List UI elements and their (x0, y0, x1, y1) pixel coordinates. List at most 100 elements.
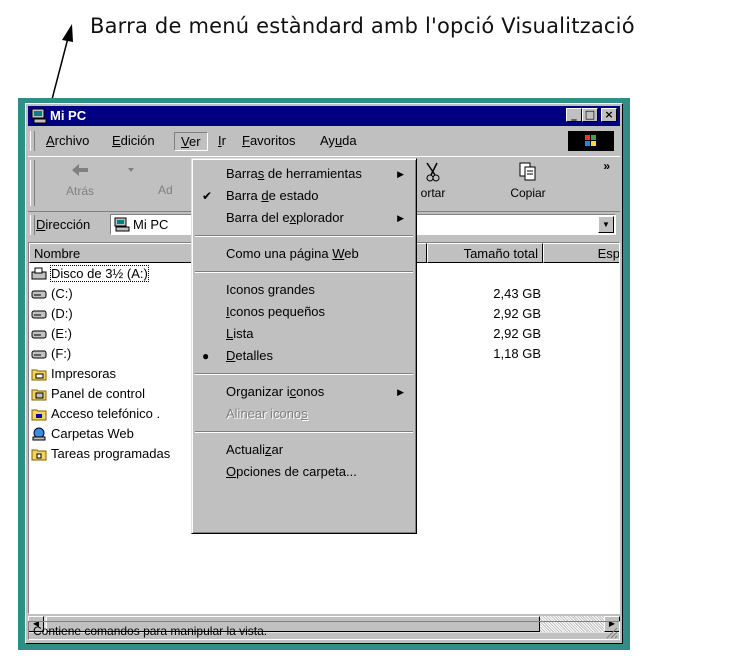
title-bar[interactable]: Mi PC _ □ × (28, 106, 620, 126)
radio-dot-icon: ● (202, 349, 210, 363)
addressbar-grip[interactable] (30, 215, 35, 235)
menu-ayuda[interactable]: Ayuda (314, 132, 363, 149)
window-title: Mi PC (50, 108, 87, 123)
menu-item-label: Alinear iconos (226, 406, 308, 421)
menu-item-details[interactable]: ● Detalles (192, 345, 416, 367)
minimize-button[interactable]: _ (566, 108, 582, 122)
ver-menu: Barras de herramientas ▶ ✔ Barra de esta… (191, 158, 417, 534)
menu-archivo-rest: rchivo (54, 133, 90, 148)
menu-item-small-icons[interactable]: Iconos pequeños (192, 301, 416, 323)
toolbar-more-chevron-icon[interactable]: » (603, 159, 610, 173)
menu-separator (195, 271, 413, 273)
list-item-size: 2,43 GB (493, 286, 541, 301)
menu-item-label: Barra del explorador (226, 210, 344, 225)
hard-drive-icon (31, 330, 47, 339)
web-folders-icon (32, 427, 46, 441)
hard-drive-icon (31, 350, 47, 359)
list-item-name: Disco de 3½ (A:) (50, 265, 149, 282)
menu-separator (195, 431, 413, 433)
menu-ver[interactable]: Ver (174, 132, 208, 151)
resize-grip-icon[interactable] (606, 627, 618, 639)
menu-item-label: Barras de herramientas (226, 166, 362, 181)
list-item-name: (F:) (51, 346, 72, 361)
floppy-drive-icon (31, 267, 47, 280)
maximize-button[interactable]: □ (582, 108, 598, 122)
control-panel-icon (31, 389, 47, 401)
address-value: Mi PC (133, 217, 169, 232)
status-bar: Contiene comandos para manipular la vist… (28, 621, 620, 641)
address-label: Dirección (36, 217, 91, 232)
list-item-name: (C:) (51, 286, 73, 301)
menu-item-list[interactable]: Lista (192, 323, 416, 345)
my-computer-icon (31, 108, 47, 124)
copy-label: Copiar (510, 186, 546, 200)
menu-item-folder-options[interactable]: Opciones de carpeta... (192, 461, 416, 483)
list-item-name: Tareas programadas (51, 446, 171, 461)
scissors-icon (426, 162, 440, 182)
back-label: Atrás (65, 184, 94, 198)
list-item-name: (E:) (51, 326, 72, 341)
list-item-size: 2,92 GB (493, 306, 541, 321)
printers-folder-icon (31, 369, 47, 381)
list-item-size: 2,92 GB (493, 326, 541, 341)
chevron-down-icon (128, 168, 134, 172)
back-dropdown[interactable] (124, 161, 138, 182)
menubar-grip[interactable] (30, 131, 35, 151)
menu-archivo[interactable]: Archivo (40, 132, 95, 149)
back-arrow-icon (72, 164, 88, 176)
menu-item-label: Como una página Web (226, 246, 359, 261)
menu-item-label: Opciones de carpeta... (226, 464, 357, 479)
menu-item-label: Detalles (226, 348, 273, 363)
copy-button[interactable]: Copiar (498, 161, 558, 200)
submenu-arrow-icon: ▶ (397, 387, 404, 397)
dialup-folder-icon (31, 409, 47, 421)
list-item-name: Acceso telefónico . (51, 406, 161, 421)
forward-button[interactable]: Ad (140, 161, 180, 197)
list-item-name: Impresoras (51, 366, 117, 381)
hard-drive-icon (31, 290, 47, 299)
cut-button[interactable]: ortar (413, 161, 453, 200)
my-computer-icon (114, 217, 130, 232)
menu-item-label: Organizar iconos (226, 384, 325, 399)
list-item-name: Panel de control (51, 386, 145, 401)
status-text: Contiene comandos para manipular la vist… (28, 621, 620, 640)
toolbar-grip[interactable] (30, 160, 35, 206)
menu-favoritos[interactable]: Favoritos (236, 132, 301, 149)
menu-separator (195, 373, 413, 375)
menu-item-label: Iconos grandes (226, 282, 315, 297)
menu-item-web-page[interactable]: Como una página Web (192, 243, 416, 265)
column-header-free[interactable]: Esp (543, 243, 619, 263)
windows-logo-icon (568, 131, 614, 151)
menu-item-label: Lista (226, 326, 254, 341)
menu-item-explorer-bar[interactable]: Barra del explorador ▶ (192, 207, 416, 229)
forward-label: Ad (158, 183, 173, 197)
column-header-size[interactable]: Tamaño total (427, 243, 543, 263)
annotation-caption: Barra de menú estàndard amb l'opció Visu… (90, 14, 635, 38)
list-item-name: Carpetas Web (51, 426, 134, 441)
scheduled-tasks-icon (31, 449, 47, 461)
menu-ir[interactable]: Ir (212, 132, 232, 149)
copy-icon (519, 162, 536, 181)
menu-item-label: Actualizar (226, 442, 284, 457)
address-dropdown-button[interactable]: ▼ (598, 216, 614, 233)
menu-item-label: Barra de estado (226, 188, 319, 203)
check-icon: ✔ (202, 189, 213, 203)
menu-item-toolbars[interactable]: Barras de herramientas ▶ (192, 163, 416, 185)
menu-item-refresh[interactable]: Actualizar (192, 439, 416, 461)
menu-item-statusbar[interactable]: ✔ Barra de estado (192, 185, 416, 207)
submenu-arrow-icon: ▶ (397, 169, 404, 179)
menu-separator (195, 235, 413, 237)
back-button[interactable]: Atrás (50, 161, 110, 198)
list-item-size: 1,18 GB (493, 346, 541, 361)
cut-label: ortar (420, 186, 446, 200)
menu-edicion[interactable]: Edición (106, 132, 161, 149)
menu-item-arrange-icons[interactable]: Organizar iconos ▶ (192, 381, 416, 403)
hard-drive-icon (31, 310, 47, 319)
menu-item-large-icons[interactable]: Iconos grandes (192, 279, 416, 301)
close-button[interactable]: × (601, 108, 617, 122)
menu-bar: Archivo Edición Ver Ir Favoritos Ayuda (28, 129, 620, 153)
menu-item-label: Iconos pequeños (226, 304, 326, 319)
list-item-name: (D:) (51, 306, 73, 321)
submenu-arrow-icon: ▶ (397, 213, 404, 223)
menu-item-line-up-icons: Alinear iconos (192, 403, 416, 425)
